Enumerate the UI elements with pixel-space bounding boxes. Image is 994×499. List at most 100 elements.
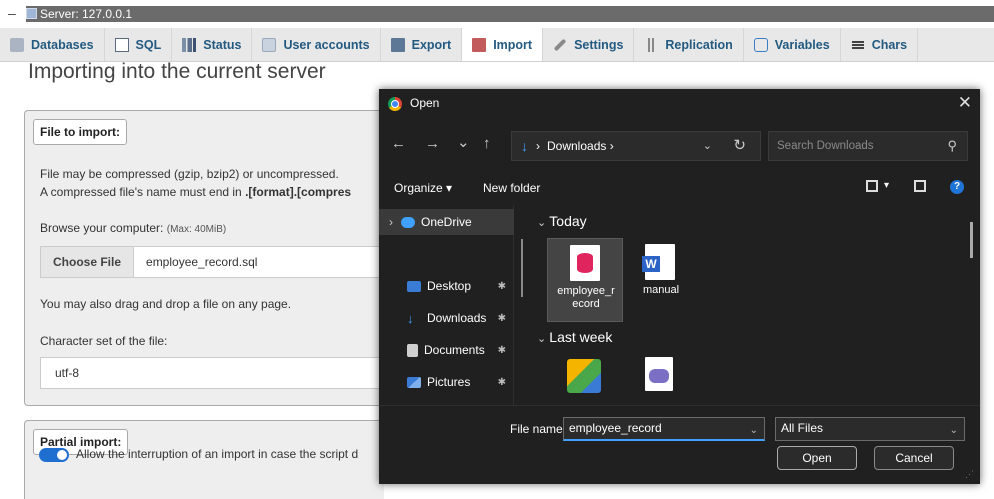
sql-icon [114,37,129,52]
dialog-title: Open [410,96,440,110]
chevron-down-icon[interactable]: ⌄ [950,420,958,441]
preview-pane-icon[interactable] [914,180,926,192]
address-crumb-downloads[interactable]: Downloads › [547,139,614,153]
search-input[interactable]: Search Downloads ⚲ [768,131,968,161]
new-folder-button[interactable]: New folder [483,181,540,195]
server-bar: – Server: 127.0.0.1 [0,0,994,28]
sidebar-item-desktop[interactable]: Desktop ✱ [379,273,514,299]
server-breadcrumb[interactable]: Server: 127.0.0.1 [26,6,994,22]
file-input[interactable]: Choose File employee_record.sql [40,246,385,278]
open-button[interactable]: Open [777,446,857,470]
pin-icon: ✱ [497,344,506,356]
view-dropdown-icon[interactable]: ▾ [884,180,889,191]
dialog-nav-row: ← → ⌄ ↑ ↓ › Downloads › ⌄ ↻ Search Downl… [379,127,980,163]
allow-interruption-toggle[interactable] [39,448,69,462]
expand-chevron-icon[interactable]: › [389,215,393,229]
download-icon: ↓ [521,138,528,154]
allow-interruption-label: Allow the interruption of an import in c… [76,447,359,461]
resize-grip-icon[interactable]: ⋰ [965,469,974,480]
chosen-file-name: employee_record.sql [146,255,258,269]
charsets-icon [851,38,865,52]
view-options-icon[interactable] [866,180,878,192]
file-item-installer[interactable] [547,353,623,403]
tab-import[interactable]: Import [462,28,544,61]
cancel-button[interactable]: Cancel [874,446,954,470]
server-label: Server: 127.0.0.1 [40,7,133,21]
replication-icon [644,37,658,52]
tab-variables[interactable]: Variables [744,28,841,61]
pin-icon: ✱ [497,280,506,292]
file-type-select[interactable]: All Files ⌄ [775,417,965,441]
dialog-footer: File name: employee_record ⌄ All Files ⌄… [379,405,980,484]
tab-sql[interactable]: SQL [105,28,173,61]
charset-label: Character set of the file: [40,334,168,348]
tab-databases[interactable]: Databases [0,28,105,61]
tab-charsets[interactable]: Chars [841,28,919,61]
group-header-last-week[interactable]: ⌄ Last week [537,329,612,345]
tab-export[interactable]: Export [381,28,463,61]
search-icon: ⚲ [947,138,957,153]
file-list: ⌄ Today employee_r ecord W manual ⌄ Last… [531,205,980,405]
top-tabs: Databases SQL Status User accounts Expor… [0,28,994,62]
file-item-manual[interactable]: W manual [623,238,699,322]
tab-settings[interactable]: Settings [543,28,635,61]
compression-note: File may be compressed (gzip, bzip2) or … [40,167,339,181]
close-icon[interactable]: ✕ [958,93,972,113]
organize-menu[interactable]: Organize ▾ [394,181,452,195]
content-scrollbar[interactable] [970,222,973,258]
address-bar[interactable]: ↓ › Downloads › ⌄ ↻ [511,131,761,161]
status-icon [182,37,197,52]
file-name-input[interactable]: employee_record ⌄ [563,417,765,441]
command-bar: Organize ▾ New folder ▾ ? [379,175,980,201]
choose-file-button[interactable]: Choose File [41,247,135,277]
recent-locations-icon[interactable]: ⌄ [457,133,470,151]
nav-scrollbar[interactable] [521,239,523,297]
download-icon: ↓ [407,310,414,326]
tab-status[interactable]: Status [172,28,253,61]
address-lead-chevron: › [536,139,540,153]
collapse-icon[interactable]: – [8,6,18,20]
desktop-icon [407,280,421,292]
tab-replication[interactable]: Replication [634,28,744,61]
pin-icon: ✱ [497,376,506,388]
file-name-label: File name: [510,422,567,436]
help-icon[interactable]: ? [950,180,964,194]
file-to-import-legend: File to import: [33,119,127,145]
pictures-icon [407,376,421,388]
compressed-name-note: A compressed file's name must end in .[f… [40,185,352,199]
file-item-php[interactable] [623,353,699,403]
browse-label: Browse your computer: (Max: 40MiB) [40,221,227,235]
word-document-icon: W [642,244,675,280]
sidebar-item-onedrive[interactable]: › OneDrive [379,209,514,235]
installer-icon [567,359,601,393]
chevron-down-icon[interactable]: ⌄ [703,139,712,152]
file-item-employee-record[interactable]: employee_r ecord [547,238,623,322]
export-icon [390,37,405,52]
sidebar-item-downloads[interactable]: ↓ Downloads ✱ [379,305,514,331]
navigation-pane: › OneDrive Desktop ✱ ↓ Downloads ✱ Docum… [379,205,514,405]
wrench-icon [553,38,567,52]
sidebar-item-pictures[interactable]: Pictures ✱ [379,369,514,395]
chrome-icon [388,97,402,111]
partial-import-row: Allow the interruption of an import in c… [24,443,384,473]
group-header-today[interactable]: ⌄ Today [537,213,587,229]
forward-arrow-icon[interactable]: → [425,135,440,152]
chevron-down-icon[interactable]: ⌄ [750,420,758,441]
open-file-dialog: Open ✕ ← → ⌄ ↑ ↓ › Downloads › ⌄ ↻ Searc… [379,89,980,484]
max-size: (Max: 40MiB) [166,224,227,235]
dialog-titlebar: Open ✕ [379,89,980,119]
users-icon [262,37,277,52]
search-placeholder: Search Downloads [777,140,874,152]
server-icon [26,8,37,19]
back-arrow-icon[interactable]: ← [391,135,406,152]
tab-user-accounts[interactable]: User accounts [252,28,381,61]
cloud-icon [401,216,415,228]
refresh-icon[interactable]: ↻ [733,136,746,154]
variables-icon [753,37,768,52]
import-icon [472,37,487,52]
drag-drop-hint: You may also drag and drop a file on any… [40,297,292,311]
up-arrow-icon[interactable]: ↑ [483,135,491,152]
page-title: Importing into the current server [28,60,326,83]
charset-select[interactable]: utf-8 [40,357,385,389]
sidebar-item-documents[interactable]: Documents ✱ [379,337,514,363]
